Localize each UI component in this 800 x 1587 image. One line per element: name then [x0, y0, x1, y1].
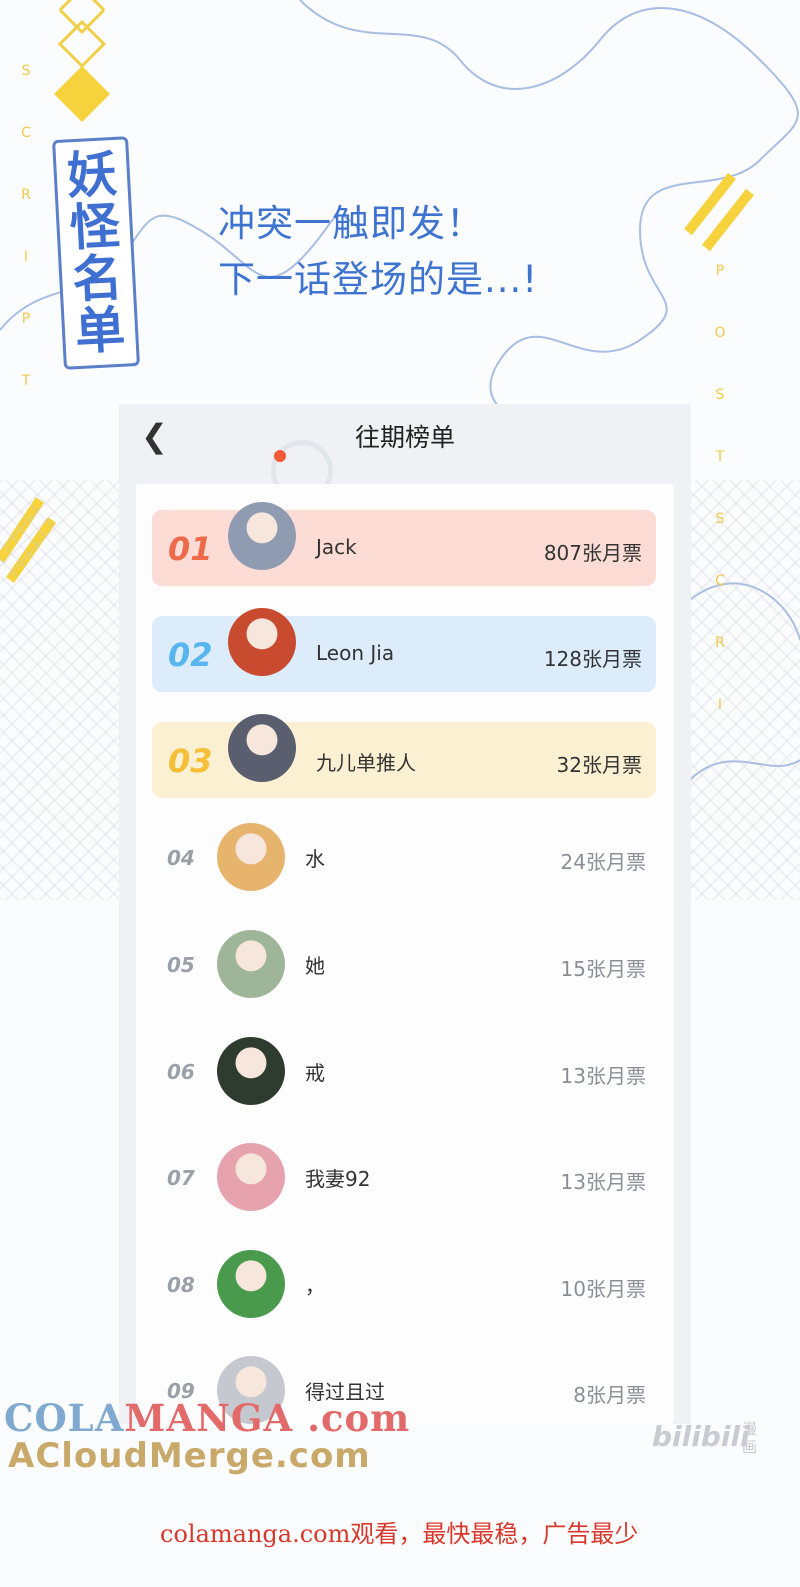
rank-number: 07: [167, 1166, 195, 1190]
user-name: 九儿单推人: [316, 751, 416, 775]
avatar: [217, 1037, 285, 1105]
ranking-row-2[interactable]: 02 Leon Jia 128张月票: [152, 608, 656, 692]
phone-screen: ❮ 往期榜单 01 Jack 807张月票 02 Leon Jia 128张月票…: [119, 404, 691, 1424]
user-name: ，: [305, 1274, 325, 1298]
bilibili-logo: bilibili: [652, 1420, 750, 1453]
headline: 冲突一触即发！ 下一话登场的是...!: [218, 196, 538, 308]
rank-number: 08: [167, 1273, 195, 1297]
vote-count: 10张月票: [560, 1277, 646, 1301]
vote-count: 807张月票: [543, 541, 642, 565]
avatar: [228, 608, 296, 676]
ranking-list: 01 Jack 807张月票 02 Leon Jia 128张月票 03 九儿单…: [136, 484, 674, 1424]
rank-number: 05: [167, 953, 195, 977]
bilibili-sub-label: 漫画: [742, 1420, 758, 1456]
avatar: [228, 714, 296, 782]
avatar: [217, 1250, 285, 1318]
vote-count: 24张月票: [560, 850, 646, 874]
zigzag-pattern: [0, 480, 120, 900]
loading-dot: [274, 450, 286, 462]
avatar: [217, 1143, 285, 1211]
user-name: 我妻92: [305, 1167, 371, 1191]
headline-line-1: 冲突一触即发！: [218, 202, 484, 245]
rank-number: 06: [167, 1060, 195, 1084]
ranking-row-4[interactable]: 04 水 24张月票: [136, 806, 674, 913]
ranking-row-3[interactable]: 03 九儿单推人 32张月票: [152, 714, 656, 798]
rank-number: 04: [167, 846, 195, 870]
ranking-row-5[interactable]: 05 她 15张月票: [136, 913, 674, 1020]
vote-count: 8张月票: [573, 1383, 646, 1407]
user-name: Jack: [316, 535, 357, 559]
user-name: 她: [305, 954, 325, 978]
ranking-row-1[interactable]: 01 Jack 807张月票: [152, 502, 656, 586]
rank-number: 01: [168, 530, 213, 568]
avatar: [217, 930, 285, 998]
series-logo: 妖 怪 名 单: [52, 136, 140, 370]
vote-count: 13张月票: [560, 1064, 646, 1088]
zigzag-pattern: [690, 480, 800, 900]
ranking-row-6[interactable]: 06 戒 13张月票: [136, 1020, 674, 1127]
side-text-left: S C R I P T: [21, 63, 31, 389]
rank-number: 03: [168, 742, 213, 780]
user-name: Leon Jia: [316, 641, 395, 665]
colamanga-watermark: COLAMANGA .com: [4, 1396, 411, 1440]
vote-count: 15张月票: [560, 957, 646, 981]
footer-note: colamanga.com观看，最快最稳，广告最少: [160, 1520, 639, 1548]
user-name: 戒: [305, 1061, 325, 1085]
acloudmerge-watermark: ACloudMerge.com: [8, 1436, 371, 1476]
side-text-right: P O S T S C R I: [714, 263, 726, 713]
screen-header: ❮ 往期榜单: [119, 404, 691, 482]
vote-count: 32张月票: [556, 753, 642, 777]
vote-count: 13张月票: [560, 1170, 646, 1194]
vote-count: 128张月票: [543, 647, 642, 671]
ranking-row-8[interactable]: 08 ， 10张月票: [136, 1233, 674, 1340]
headline-line-2: 下一话登场的是...!: [218, 258, 539, 301]
user-name: 水: [305, 847, 325, 871]
rank-number: 02: [168, 636, 213, 674]
avatar: [217, 823, 285, 891]
avatar: [228, 502, 296, 570]
ranking-row-7[interactable]: 07 我妻92 13张月票: [136, 1126, 674, 1233]
page-title: 往期榜单: [354, 423, 455, 452]
